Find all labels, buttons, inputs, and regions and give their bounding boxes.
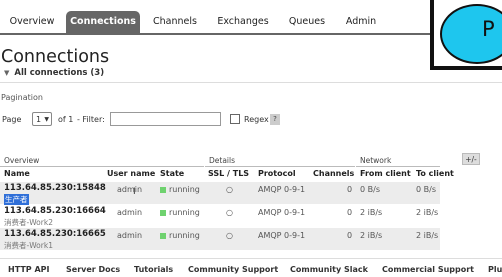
connection-name[interactable]: 113.64.85.230:16665 (4, 229, 106, 239)
columns-toggle-button[interactable]: +/- (462, 153, 480, 165)
footer-link-community-slack[interactable]: Community Slack (290, 265, 368, 274)
logo-letter: P (482, 17, 495, 41)
from-client-rate: 2 iB/s (360, 231, 383, 240)
from-client-rate: 2 iB/s (360, 208, 383, 217)
footer-link-server-docs[interactable]: Server Docs (66, 265, 120, 274)
pagination-row: Page 1 ▼ of 1 - Filter: Regex ? (2, 112, 280, 126)
to-client-rate: 0 B/s (416, 185, 436, 194)
connection-name[interactable]: 113.64.85.230:15848 (4, 183, 106, 193)
footer: HTTP API Server Docs Tutorials Community… (0, 258, 502, 277)
running-indicator-icon (160, 232, 166, 239)
text-cursor-icon: I (133, 187, 136, 197)
protocol: AMQP 0-9-1 (258, 185, 306, 194)
group-network: Network (356, 154, 440, 167)
state-cell: running (160, 185, 200, 194)
col-name[interactable]: Name (4, 169, 30, 178)
user-name: admin (117, 231, 143, 240)
all-connections-label: All connections (3) (14, 68, 105, 78)
table-row[interactable]: 113.64.85.230:15848 生产者 admin running ○ … (0, 182, 440, 205)
state-text: running (169, 208, 200, 217)
filter-input[interactable] (110, 112, 221, 126)
footer-link-plugins[interactable]: Plu (488, 265, 502, 274)
channels-count: 0 (347, 208, 353, 217)
connection-label: 生产者 (4, 194, 29, 205)
page-select-value: 1 (36, 115, 42, 124)
channels-count: 0 (347, 185, 353, 194)
group-details: Details (205, 154, 355, 167)
from-client-rate: 0 B/s (360, 185, 380, 194)
running-indicator-icon (160, 186, 166, 193)
page-of-text: of 1 (58, 115, 74, 124)
chevron-down-icon: ▼ (44, 116, 49, 123)
col-protocol[interactable]: Protocol (258, 169, 296, 178)
tab-overview[interactable]: Overview (4, 11, 60, 33)
state-text: running (169, 185, 200, 194)
tab-connections[interactable]: Connections (66, 11, 140, 33)
ssl-indicator: ○ (226, 185, 233, 194)
page-select[interactable]: 1 ▼ (32, 112, 52, 126)
col-channels[interactable]: Channels (313, 169, 354, 178)
tab-channels[interactable]: Channels (146, 11, 204, 33)
tab-exchanges[interactable]: Exchanges (210, 11, 276, 33)
table-row[interactable]: 113.64.85.230:16665 消费者-Work1 admin runn… (0, 228, 440, 250)
collapse-triangle-icon: ▼ (4, 69, 10, 77)
to-client-rate: 2 iB/s (416, 231, 439, 240)
filter-label: - Filter: (77, 115, 105, 124)
protocol: AMQP 0-9-1 (258, 208, 306, 217)
protocol: AMQP 0-9-1 (258, 231, 306, 240)
footer-link-commercial-support[interactable]: Commercial Support (382, 265, 474, 274)
pagination-label: Pagination (1, 93, 43, 102)
regex-label: Regex (244, 115, 269, 124)
regex-checkbox[interactable] (230, 114, 240, 124)
to-client-rate: 2 iB/s (416, 208, 439, 217)
help-icon[interactable]: ? (270, 114, 280, 125)
connection-label: 消费者-Work1 (4, 241, 53, 250)
state-cell: running (160, 231, 200, 240)
connection-label: 消费者-Work2 (4, 218, 53, 227)
tab-queues[interactable]: Queues (282, 11, 332, 33)
col-state[interactable]: State (160, 169, 184, 178)
footer-link-http-api[interactable]: HTTP API (8, 265, 49, 274)
table-row[interactable]: 113.64.85.230:16664 消费者-Work2 admin runn… (0, 205, 440, 227)
col-from-client[interactable]: From client (360, 169, 411, 178)
all-connections-toggle[interactable]: ▼ All connections (3) (4, 68, 104, 78)
col-to-client[interactable]: To client (416, 169, 454, 178)
col-user-name[interactable]: User name (107, 169, 155, 178)
ssl-indicator: ○ (226, 208, 233, 217)
footer-link-community-support[interactable]: Community Support (188, 265, 278, 274)
footer-link-tutorials[interactable]: Tutorials (134, 265, 173, 274)
connection-name[interactable]: 113.64.85.230:16664 (4, 206, 106, 216)
state-cell: running (160, 208, 200, 217)
state-text: running (169, 231, 200, 240)
channels-count: 0 (347, 231, 353, 240)
user-name: admin (117, 185, 143, 194)
ssl-indicator: ○ (226, 231, 233, 240)
webcam-overlay: P (430, 0, 502, 70)
running-indicator-icon (160, 209, 166, 216)
page-title: Connections (1, 47, 110, 67)
col-ssl-tls[interactable]: SSL / TLS (208, 169, 249, 178)
nav-tabs: Overview Connections Channels Exchanges … (0, 11, 430, 35)
tab-admin[interactable]: Admin (338, 11, 384, 33)
page-label: Page (2, 115, 22, 124)
divider (0, 82, 502, 83)
user-name: admin (117, 208, 143, 217)
group-overview: Overview (0, 154, 204, 167)
